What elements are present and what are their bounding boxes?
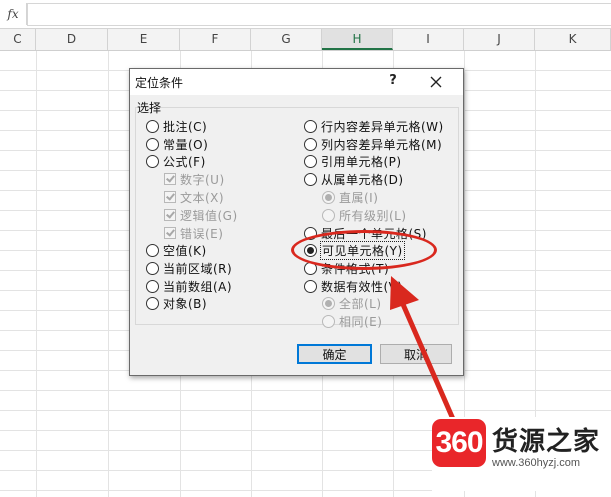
- watermark: 360 货源之家 www.360hyzj.com: [432, 417, 611, 491]
- watermark-url: www.360hyzj.com: [492, 457, 581, 469]
- watermark-logo: 360: [432, 419, 486, 467]
- watermark-name: 货源之家: [492, 427, 601, 457]
